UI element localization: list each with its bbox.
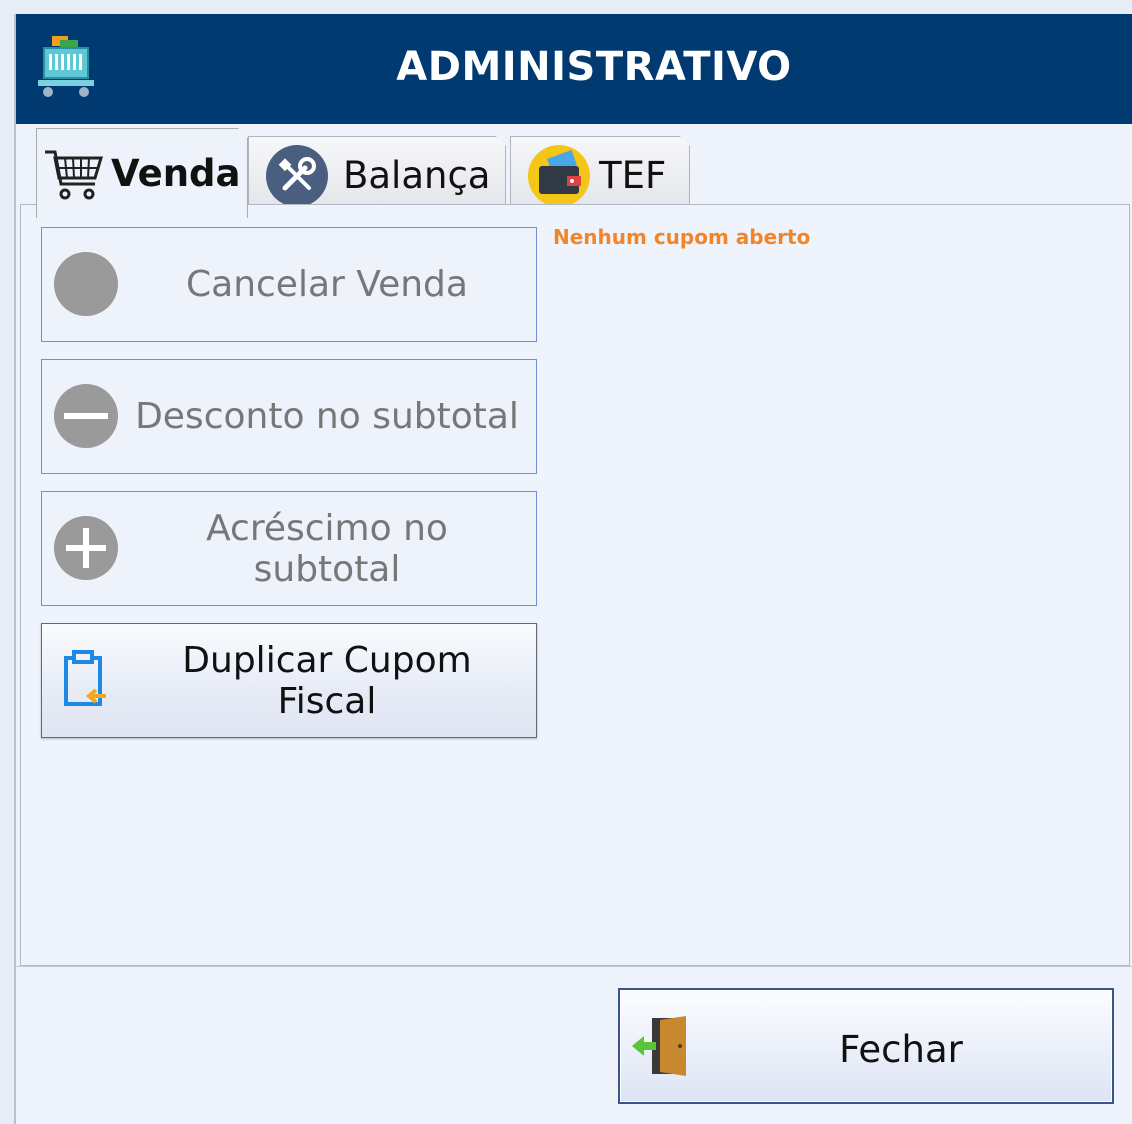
tab-label: Balança xyxy=(343,154,491,197)
title-bar: ADMINISTRATIVO xyxy=(16,14,1132,124)
status-message: Nenhum cupom aberto xyxy=(553,225,811,249)
window-title: ADMINISTRATIVO xyxy=(396,44,792,90)
wallet-icon xyxy=(527,144,591,208)
tab-label: Venda xyxy=(111,152,241,195)
venda-panel: Cancelar Venda Desconto no subtotal Acré… xyxy=(20,204,1130,966)
subtotal-surcharge-button[interactable]: Acréscimo no subtotal xyxy=(41,491,537,606)
shopping-cart-icon xyxy=(43,144,103,204)
cancel-sale-button[interactable]: Cancelar Venda xyxy=(41,227,537,342)
duplicate-receipt-button[interactable]: Duplicar Cupom Fiscal xyxy=(41,623,537,738)
clipboard-icon xyxy=(64,650,106,706)
exit-door-icon xyxy=(632,1016,686,1076)
button-label: Cancelar Venda xyxy=(186,264,468,305)
minus-circle-icon xyxy=(54,384,118,448)
tab-venda[interactable]: Venda xyxy=(36,128,248,218)
tools-icon xyxy=(265,144,329,208)
button-label: Desconto no subtotal xyxy=(135,396,519,437)
close-label: Fechar xyxy=(839,1028,963,1071)
circle-icon xyxy=(54,252,118,316)
tab-balanca[interactable]: Balança xyxy=(248,136,506,214)
subtotal-discount-button[interactable]: Desconto no subtotal xyxy=(41,359,537,474)
tab-label: TEF xyxy=(599,154,667,197)
tab-strip: Venda Balança TEF xyxy=(16,124,1132,216)
button-label: Acréscimo no subtotal xyxy=(206,507,448,590)
button-label: Duplicar Cupom Fiscal xyxy=(182,639,472,722)
plus-circle-icon xyxy=(54,516,118,580)
admin-window: ADMINISTRATIVO Venda Balança TEF Cancela… xyxy=(14,14,1132,1124)
footer-divider xyxy=(16,966,1132,967)
close-button[interactable]: Fechar xyxy=(618,988,1114,1104)
tab-tef[interactable]: TEF xyxy=(510,136,690,214)
